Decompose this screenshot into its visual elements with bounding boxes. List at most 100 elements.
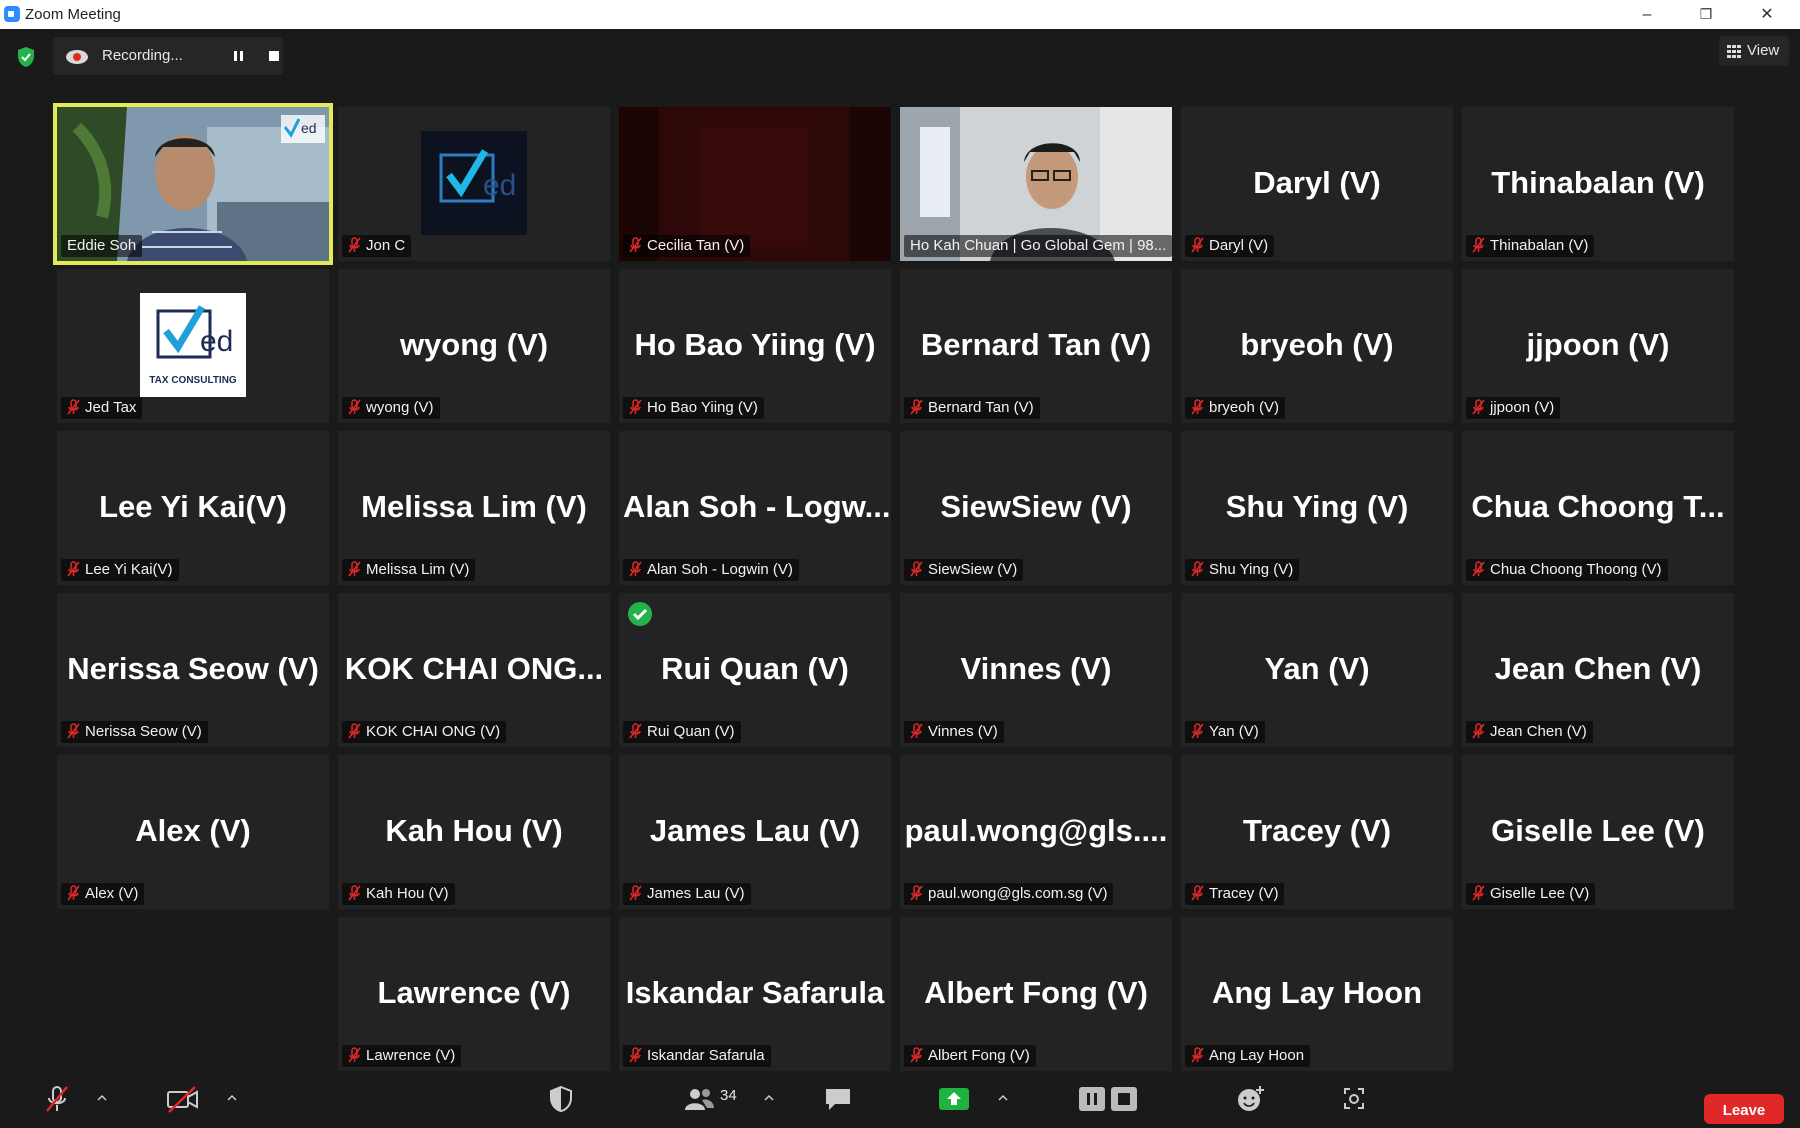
- leave-button[interactable]: Leave: [1704, 1094, 1784, 1124]
- mic-muted-icon[interactable]: [42, 1084, 72, 1114]
- participant-tile[interactable]: Ho Bao Yiing (V) Ho Bao Yiing (V): [619, 269, 891, 423]
- participant-name: paul.wong@gls.com.sg (V): [928, 885, 1108, 902]
- participant-name-tag: Lawrence (V): [342, 1045, 462, 1067]
- participant-tile[interactable]: Cecilia Tan (V): [619, 107, 891, 261]
- reactions-icon[interactable]: [1236, 1084, 1266, 1114]
- muted-mic-icon: [1191, 723, 1204, 739]
- participant-tile[interactable]: wyong (V) wyong (V): [338, 269, 610, 423]
- stop-recording-icon[interactable]: [263, 46, 285, 66]
- participant-name: jjpoon (V): [1490, 399, 1555, 416]
- recording-indicator: Recording...: [53, 37, 283, 75]
- jed-logo: ed: [421, 131, 527, 235]
- muted-mic-icon: [629, 561, 642, 577]
- apps-icon[interactable]: [1339, 1084, 1369, 1114]
- participant-tile[interactable]: ed TAX CONSULTING Jed Tax: [57, 269, 329, 423]
- participant-display-name: Chua Choong T...: [1471, 489, 1725, 524]
- participant-tile[interactable]: SiewSiew (V) SiewSiew (V): [900, 431, 1172, 585]
- muted-mic-icon: [348, 399, 361, 415]
- participant-tile[interactable]: paul.wong@gls.... paul.wong@gls.com.sg (V…: [900, 755, 1172, 909]
- video-off-icon[interactable]: [165, 1084, 201, 1114]
- participant-name-tag: Albert Fong (V): [904, 1045, 1036, 1067]
- participant-tile[interactable]: Lawrence (V) Lawrence (V): [338, 917, 610, 1071]
- muted-mic-icon: [348, 237, 361, 253]
- zoom-app-icon: [4, 6, 20, 22]
- participant-name-tag: Jean Chen (V): [1466, 721, 1593, 743]
- muted-mic-icon: [629, 723, 642, 739]
- participant-tile[interactable]: Kah Hou (V) Kah Hou (V): [338, 755, 610, 909]
- participant-tile[interactable]: ed Jon C: [338, 107, 610, 261]
- muted-mic-icon: [910, 885, 923, 901]
- participant-tile[interactable]: Ang Lay Hoon Ang Lay Hoon: [1181, 917, 1453, 1071]
- participant-name-tag: Yan (V): [1185, 721, 1265, 743]
- participant-name-tag: Bernard Tan (V): [904, 397, 1040, 419]
- participant-tile[interactable]: Yan (V) Yan (V): [1181, 593, 1453, 747]
- participant-name: Lee Yi Kai(V): [85, 561, 173, 578]
- participant-name: Yan (V): [1209, 723, 1259, 740]
- participant-tile[interactable]: Alex (V) Alex (V): [57, 755, 329, 909]
- participants-icon[interactable]: [682, 1084, 716, 1114]
- participant-tile[interactable]: KOK CHAI ONG... KOK CHAI ONG (V): [338, 593, 610, 747]
- muted-mic-icon: [67, 885, 80, 901]
- encryption-shield-icon[interactable]: [16, 46, 36, 68]
- participant-display-name: Rui Quan (V): [661, 651, 849, 686]
- audio-options-chevron-icon[interactable]: [97, 1094, 107, 1102]
- participant-name-tag: wyong (V): [342, 397, 440, 419]
- participant-display-name: Iskandar Safarula: [625, 975, 885, 1010]
- participant-name-tag: Ho Kah Chuan | Go Global Gem | 98...: [904, 235, 1172, 257]
- participant-tile[interactable]: Ho Kah Chuan | Go Global Gem | 98...: [900, 107, 1172, 261]
- participant-tile[interactable]: Shu Ying (V) Shu Ying (V): [1181, 431, 1453, 585]
- muted-mic-icon: [348, 1047, 361, 1063]
- minimize-button[interactable]: –: [1624, 0, 1670, 29]
- share-screen-icon[interactable]: [937, 1084, 971, 1114]
- record-controls-icon[interactable]: [1078, 1084, 1140, 1114]
- participant-tile[interactable]: Jean Chen (V) Jean Chen (V): [1462, 593, 1734, 747]
- muted-mic-icon: [629, 399, 642, 415]
- participant-tile[interactable]: bryeoh (V) bryeoh (V): [1181, 269, 1453, 423]
- participant-name: Bernard Tan (V): [928, 399, 1034, 416]
- close-button[interactable]: ✕: [1744, 0, 1790, 29]
- participant-tile[interactable]: Nerissa Seow (V) Nerissa Seow (V): [57, 593, 329, 747]
- participant-tile[interactable]: James Lau (V) James Lau (V): [619, 755, 891, 909]
- participant-tile[interactable]: Chua Choong T... Chua Choong Thoong (V): [1462, 431, 1734, 585]
- security-shield-icon[interactable]: [547, 1084, 575, 1114]
- participant-display-name: Yan (V): [1264, 651, 1370, 686]
- share-options-chevron-icon[interactable]: [998, 1094, 1008, 1102]
- logo-caption: TAX CONSULTING: [149, 375, 237, 386]
- participant-display-name: Bernard Tan (V): [920, 327, 1152, 362]
- participant-tile[interactable]: ed Eddie Soh: [53, 103, 333, 265]
- muted-mic-icon: [910, 561, 923, 577]
- view-label: View: [1747, 42, 1780, 59]
- participant-tile[interactable]: Albert Fong (V) Albert Fong (V): [900, 917, 1172, 1071]
- participant-tile[interactable]: Melissa Lim (V) Melissa Lim (V): [338, 431, 610, 585]
- muted-mic-icon: [629, 1047, 642, 1063]
- participant-name-tag: jjpoon (V): [1466, 397, 1561, 419]
- participant-name: Eddie Soh: [67, 237, 137, 254]
- participant-tile[interactable]: Vinnes (V) Vinnes (V): [900, 593, 1172, 747]
- muted-mic-icon: [67, 723, 80, 739]
- recording-label: Recording...: [102, 47, 183, 64]
- participant-display-name: Vinnes (V): [960, 651, 1112, 686]
- participant-tile[interactable]: Thinabalan (V) Thinabalan (V): [1462, 107, 1734, 261]
- muted-mic-icon: [1472, 885, 1485, 901]
- participant-tile[interactable]: Lee Yi Kai(V) Lee Yi Kai(V): [57, 431, 329, 585]
- meeting-top-bar: Recording... View: [0, 29, 1800, 83]
- cloud-recording-icon: [66, 50, 88, 64]
- participants-options-chevron-icon[interactable]: [764, 1094, 774, 1102]
- participant-tile[interactable]: jjpoon (V) jjpoon (V): [1462, 269, 1734, 423]
- participant-tile[interactable]: Giselle Lee (V) Giselle Lee (V): [1462, 755, 1734, 909]
- participant-tile[interactable]: Iskandar Safarula Iskandar Safarula: [619, 917, 891, 1071]
- participant-display-name: Daryl (V): [1253, 165, 1381, 200]
- participant-tile[interactable]: Tracey (V) Tracey (V): [1181, 755, 1453, 909]
- participant-tile[interactable]: Bernard Tan (V) Bernard Tan (V): [900, 269, 1172, 423]
- checkmark-reaction-icon: [628, 602, 652, 626]
- window-title: Zoom Meeting: [25, 6, 121, 23]
- restore-button[interactable]: ❐: [1683, 0, 1729, 29]
- participant-display-name: wyong (V): [399, 327, 549, 362]
- participant-tile[interactable]: Daryl (V) Daryl (V): [1181, 107, 1453, 261]
- pause-recording-icon[interactable]: [228, 46, 250, 66]
- participant-tile[interactable]: Alan Soh - Logw... Alan Soh - Logwin (V): [619, 431, 891, 585]
- chat-icon[interactable]: [823, 1084, 853, 1114]
- view-button[interactable]: View: [1719, 36, 1789, 66]
- participant-tile[interactable]: Rui Quan (V) Rui Quan (V): [619, 593, 891, 747]
- video-options-chevron-icon[interactable]: [227, 1094, 237, 1102]
